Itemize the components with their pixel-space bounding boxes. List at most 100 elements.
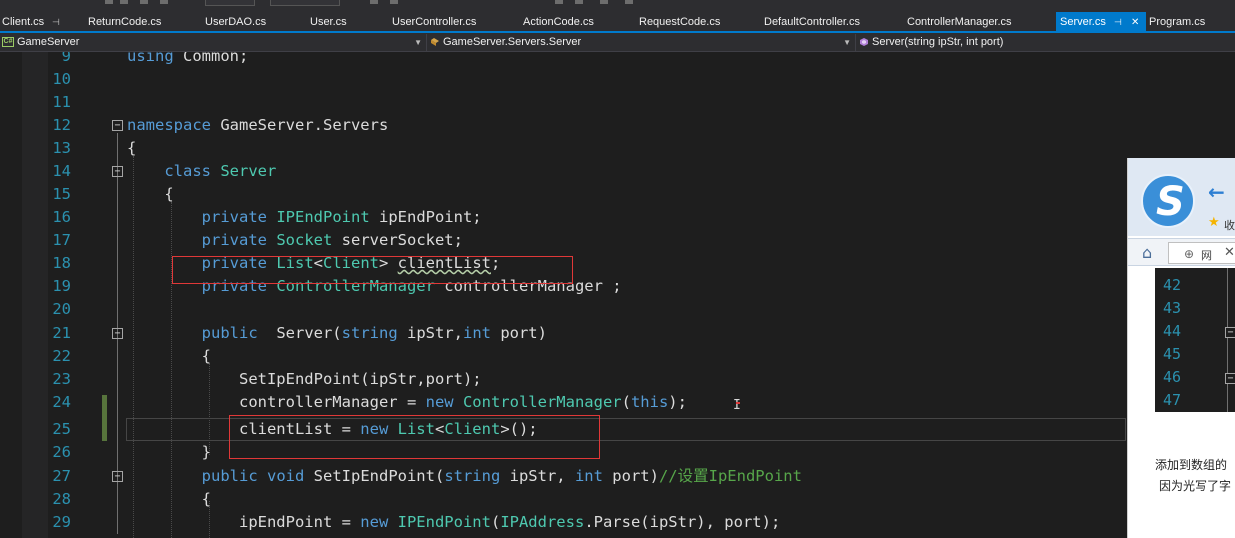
tab-controllermanager-cs[interactable]: ControllerManager.cs	[905, 12, 1055, 33]
pin-icon[interactable]: ⊣	[1114, 12, 1122, 33]
collapse-icon[interactable]: −	[112, 328, 123, 339]
toolbar-icon[interactable]	[370, 0, 378, 4]
tab-defaultcontroller-cs[interactable]: DefaultController.cs	[762, 12, 905, 33]
code-token: {	[127, 139, 137, 157]
code-token: ipEndPoint;	[369, 208, 482, 226]
toolbar-icon[interactable]	[105, 0, 113, 4]
tab-client-cs[interactable]: Client.cs ⊣	[0, 12, 84, 33]
code-token: string	[444, 467, 501, 485]
close-icon[interactable]: ✕	[1224, 245, 1235, 260]
code-token: ipStr,	[500, 467, 575, 485]
code-token: class	[164, 162, 211, 180]
browser-tab[interactable]: ⊕ 网 ✕	[1168, 242, 1235, 264]
code-token: controllerManager =	[127, 393, 426, 411]
line-number: 10	[52, 70, 71, 88]
tab-label: Program.cs	[1149, 16, 1206, 28]
code-token: void	[267, 467, 305, 485]
code-token: Server	[220, 162, 277, 180]
highlight-box	[172, 256, 573, 284]
code-line: 10	[0, 68, 1235, 91]
document-tab-bar: Client.cs ⊣ ReturnCode.cs UserDAO.cs Use…	[0, 12, 1235, 33]
line-number: 46	[1163, 368, 1182, 386]
line-number: 29	[52, 513, 71, 531]
tab-userdao-cs[interactable]: UserDAO.cs	[203, 12, 306, 33]
line-number: 28	[52, 490, 71, 508]
code-token: port)	[490, 324, 547, 342]
line-number: 18	[52, 254, 71, 272]
tab-server-cs[interactable]: Server.cs ⊣ ✕	[1056, 12, 1146, 33]
collapse-icon[interactable]: −	[112, 471, 123, 482]
toolbar-icon[interactable]	[600, 0, 608, 4]
toolbar-icon[interactable]	[120, 0, 128, 4]
code-text: public void SetIpEndPoint(string ipStr, …	[127, 465, 802, 488]
close-icon[interactable]: ✕	[1131, 12, 1139, 33]
tab-requestcode-cs[interactable]: RequestCode.cs	[637, 12, 762, 33]
favorites-label[interactable]: 收	[1224, 217, 1235, 233]
tab-program-cs[interactable]: Program.cs	[1147, 12, 1235, 33]
toolbar-icon[interactable]	[390, 0, 398, 4]
member-label: Server(string ipStr, int port)	[872, 36, 1004, 48]
line-number: 19	[52, 277, 71, 295]
logo-letter: S	[1156, 179, 1185, 225]
toolbar-icon[interactable]	[575, 0, 583, 4]
code-text: public Server(string ipStr,int port)	[127, 322, 547, 345]
tab-actioncode-cs[interactable]: ActionCode.cs	[521, 12, 636, 33]
code-token: IPEndPoint	[276, 208, 370, 226]
toolbar-combo[interactable]	[270, 0, 340, 6]
pin-icon[interactable]: ⊣	[52, 12, 60, 33]
toolbar-combo[interactable]	[205, 0, 255, 6]
collapse-icon[interactable]: −	[112, 120, 123, 131]
code-token: IPEndPoint	[397, 513, 491, 531]
member-dropdown[interactable]: Server(string ipStr, int port)	[857, 34, 1235, 51]
collapse-icon: −	[1225, 327, 1235, 338]
project-dropdown[interactable]: C# GameServer ▼	[0, 34, 427, 51]
toolbar-icon[interactable]	[555, 0, 563, 4]
chevron-down-icon: ▼	[843, 38, 851, 47]
code-text: controllerManager = new ControllerManage…	[127, 391, 687, 414]
tab-label: ControllerManager.cs	[907, 16, 1012, 28]
code-editor[interactable]: 9 using Common; 10 11 12 − namespace Gam…	[0, 52, 1235, 538]
toolbar-icon[interactable]	[625, 0, 633, 4]
code-text: {	[127, 137, 136, 160]
line-number: 17	[52, 231, 71, 249]
type-dropdown[interactable]: GameServer.Servers.Server ▼	[428, 34, 856, 51]
code-token: serverSocket;	[332, 231, 463, 249]
tab-usercontroller-cs[interactable]: UserController.cs	[390, 12, 520, 33]
code-line: 13 {	[0, 137, 1235, 160]
code-text: private Socket serverSocket;	[127, 229, 463, 252]
collapse-icon[interactable]: −	[112, 166, 123, 177]
star-icon[interactable]: ★	[1208, 215, 1220, 230]
code-token: namespace	[127, 116, 211, 134]
line-number: 23	[52, 370, 71, 388]
project-label: GameServer	[17, 36, 80, 48]
code-token: new	[360, 513, 389, 531]
navigation-bar: C# GameServer ▼ GameServer.Servers.Server…	[0, 33, 1235, 52]
tab-label: DefaultController.cs	[764, 16, 860, 28]
code-line: 25 clientList = new List<Client>();	[0, 418, 1235, 441]
toolbar-icon[interactable]	[140, 0, 148, 4]
article-text: 添加到数组的	[1155, 458, 1228, 472]
code-text: {	[127, 345, 211, 368]
tab-user-cs[interactable]: User.cs	[308, 12, 388, 33]
tab-returncode-cs[interactable]: ReturnCode.cs	[86, 12, 201, 33]
line-number: 27	[52, 467, 71, 485]
code-text: {	[127, 488, 211, 511]
home-icon[interactable]: ⌂	[1142, 243, 1152, 262]
code-line: 22 {	[0, 345, 1235, 368]
code-token: int	[462, 324, 491, 342]
code-token: ipStr,	[397, 324, 463, 342]
embedded-code-screenshot: 42 43 44 45 46 47 − −	[1155, 268, 1235, 412]
line-number: 44	[1163, 322, 1182, 340]
tab-label: UserController.cs	[392, 16, 477, 28]
code-token: port)	[602, 467, 659, 485]
code-line: 17 private Socket serverSocket;	[0, 229, 1235, 252]
toolbar-icon[interactable]	[160, 0, 168, 4]
back-arrow-icon[interactable]: ←	[1208, 180, 1225, 204]
code-token: public	[201, 324, 258, 342]
code-text: using Common;	[127, 52, 248, 68]
code-token: (	[490, 513, 501, 531]
code-token: GameServer.Servers	[211, 116, 389, 134]
